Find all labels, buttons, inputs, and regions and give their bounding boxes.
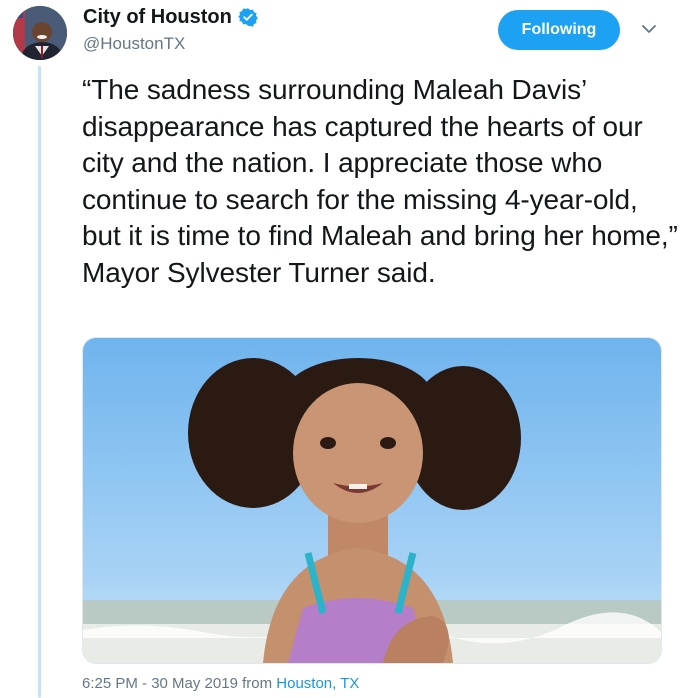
tweet-text: “The sadness surrounding Maleah Davis’ d… [82, 74, 678, 288]
from-word: from [242, 675, 273, 692]
timestamp[interactable]: 6:25 PM - 30 May 2019 [82, 675, 238, 692]
thread-line [38, 66, 41, 698]
handle[interactable]: @HoustonTX [83, 34, 258, 54]
verified-badge-icon [238, 7, 258, 27]
chevron-down-icon[interactable] [640, 22, 658, 36]
following-button[interactable]: Following [498, 10, 620, 50]
tweet-photo[interactable] [82, 337, 662, 664]
location-link[interactable]: Houston, TX [276, 675, 359, 692]
tweet-header: City of Houston @HoustonTX [83, 4, 258, 54]
name-row: City of Houston [83, 4, 258, 30]
photo-girl-at-beach [83, 338, 661, 663]
tweet-meta: 6:25 PM - 30 May 2019 from Houston, TX [82, 675, 359, 692]
display-name[interactable]: City of Houston [83, 6, 232, 29]
avatar-photo [13, 6, 67, 60]
avatar[interactable] [13, 6, 67, 60]
